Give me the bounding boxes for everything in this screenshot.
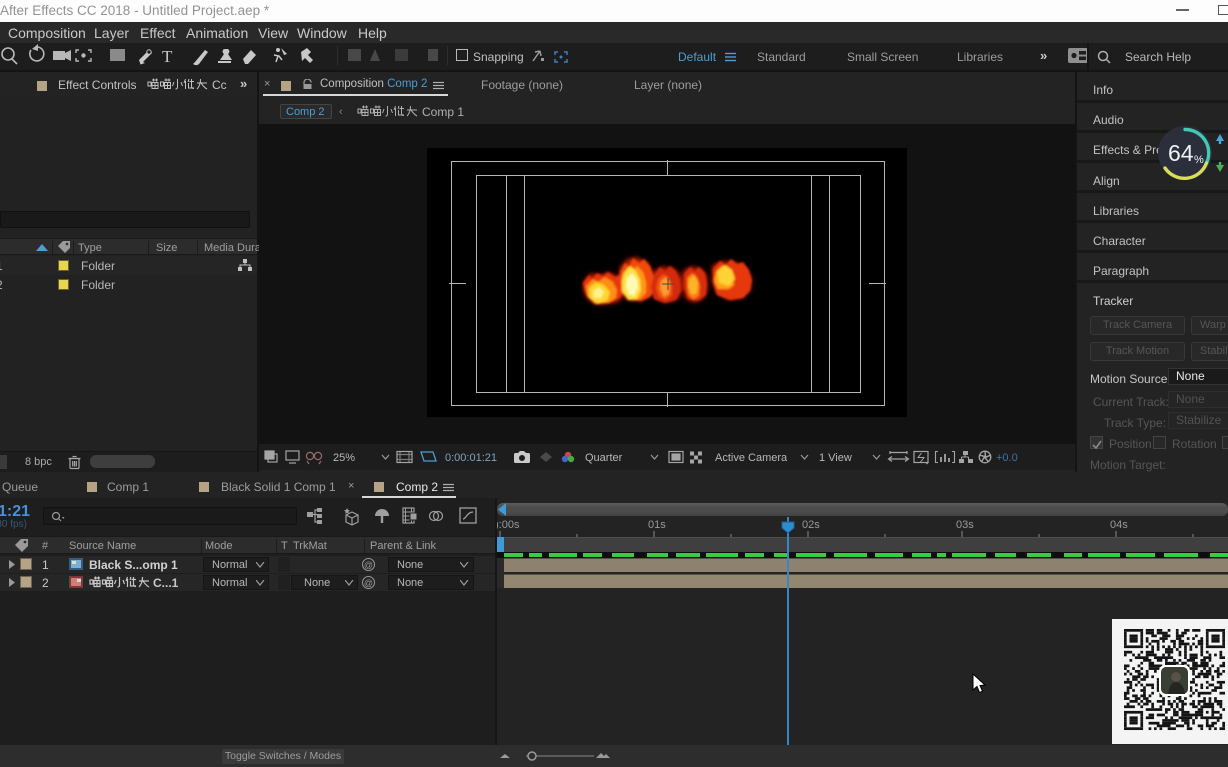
svg-text:0:00:01:21: 0:00:01:21 (445, 452, 497, 464)
svg-text:25%: 25% (333, 452, 355, 464)
svg-text:T: T (162, 47, 173, 66)
svg-text:64: 64 (1168, 140, 1194, 166)
svg-text:Active Camera: Active Camera (715, 452, 788, 464)
svg-text:+0.0: +0.0 (996, 452, 1018, 464)
svg-text:Quarter: Quarter (585, 452, 623, 464)
svg-text:%: % (1194, 154, 1204, 166)
svg-text:1 View: 1 View (819, 452, 852, 464)
